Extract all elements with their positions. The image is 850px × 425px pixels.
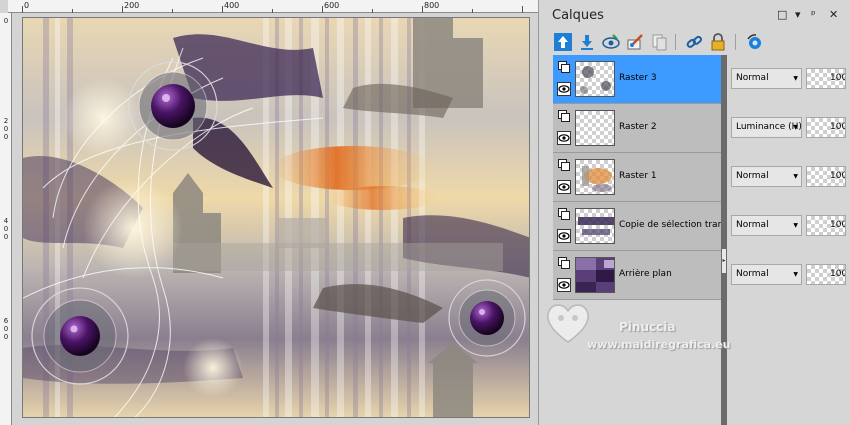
panel-header: Calques □ ▾ ᵖ ✕ <box>539 0 850 30</box>
ruler-left-label: 6 0 0 <box>3 317 9 341</box>
panel-splitter[interactable] <box>721 55 727 425</box>
layer-name: Copie de sélection transfo <box>619 220 721 230</box>
layer-thumbnail <box>575 61 615 97</box>
layer-properties-row: Luminance (H) ▼ 100 <box>729 104 850 153</box>
blend-mode-select[interactable]: Normal ▼ <box>731 166 802 187</box>
opacity-value: 100 <box>830 73 846 83</box>
artwork <box>23 18 529 417</box>
opacity-value: 100 <box>830 171 846 181</box>
ruler-top: 0 200 400 600 800 <box>8 0 538 13</box>
visibility-eye-icon[interactable] <box>557 131 571 145</box>
lock-layer-icon[interactable] <box>708 32 728 52</box>
ruler-left-label: 4 0 0 <box>3 217 9 241</box>
opacity-field[interactable]: 100 <box>806 68 846 89</box>
ruler-left: 0 2 0 0 4 0 0 6 0 0 <box>0 13 12 425</box>
layers-list: Raster 3 Raster 2 Raster 1 Copie de séle… <box>553 55 721 301</box>
splitter-grip[interactable]: ▸ <box>721 248 727 274</box>
layer-properties-row: Normal ▼ 100 <box>729 55 850 104</box>
layers-toolbar <box>539 30 850 54</box>
blend-mode-value: Normal <box>736 269 769 279</box>
canvas-area[interactable]: 0 200 400 600 800 0 2 0 0 4 0 0 6 0 0 <box>0 0 538 425</box>
opacity-value: 100 <box>830 122 846 132</box>
watermark-url: www.maidiregrafica.eu <box>587 338 731 351</box>
copy-layer-icon[interactable] <box>649 32 669 52</box>
layer-type-icon <box>558 61 570 73</box>
toolbar-separator <box>675 34 676 50</box>
watermark: Pinuccia www.maidiregrafica.eu <box>539 290 850 360</box>
blend-mode-select[interactable]: Luminance (H) ▼ <box>731 117 802 138</box>
layer-type-icon <box>558 257 570 269</box>
move-layer-down-icon[interactable] <box>577 32 597 52</box>
panel-title: Calques <box>552 8 604 23</box>
opacity-value: 100 <box>830 220 846 230</box>
layer-thumbnail <box>575 110 615 146</box>
pin-panel-button[interactable]: ᵖ <box>811 9 816 20</box>
orb-top-left <box>128 61 218 151</box>
layer-thumbnail <box>575 208 615 244</box>
layer-visibility-icon[interactable] <box>601 32 621 52</box>
blend-mode-select[interactable]: Normal ▼ <box>731 68 802 89</box>
blend-mode-value: Normal <box>736 171 769 181</box>
maximize-panel-button[interactable]: □ <box>777 9 787 20</box>
layer-name: Raster 3 <box>619 73 657 83</box>
blend-mode-value: Luminance (H) <box>736 122 802 132</box>
toolbar-separator <box>735 34 736 50</box>
opacity-field[interactable]: 100 <box>806 166 846 187</box>
blend-mode-value: Normal <box>736 73 769 83</box>
ruler-left-label: 2 0 0 <box>3 117 9 141</box>
close-panel-button[interactable]: ✕ <box>829 9 838 20</box>
layer-thumbnail <box>575 257 615 293</box>
visibility-eye-icon[interactable] <box>557 180 571 194</box>
layer-name: Raster 2 <box>619 122 657 132</box>
paint-layer-icon[interactable] <box>625 32 645 52</box>
document-image[interactable] <box>22 17 530 418</box>
visibility-eye-icon[interactable] <box>557 229 571 243</box>
opacity-field[interactable]: 100 <box>806 215 846 236</box>
layer-thumbnail <box>575 159 615 195</box>
blend-mode-select[interactable]: Normal ▼ <box>731 215 802 236</box>
panel-menu-button[interactable]: ▾ <box>795 9 801 20</box>
orb-bottom-left <box>31 287 129 385</box>
heart-logo-icon <box>547 304 589 343</box>
layer-name: Arrière plan <box>619 269 672 279</box>
chevron-down-icon: ▼ <box>793 222 798 229</box>
chevron-down-icon: ▼ <box>793 75 798 82</box>
layers-panel: Calques □ ▾ ᵖ ✕ Raster 3 Raster 2 Raster… <box>538 0 850 425</box>
layer-row-raster-1[interactable]: Raster 1 <box>553 153 721 202</box>
layer-row-selection-copy[interactable]: Copie de sélection transfo <box>553 202 721 251</box>
ruler-top-ticks <box>22 6 523 13</box>
blend-mode-value: Normal <box>736 220 769 230</box>
opacity-field[interactable]: 100 <box>806 117 846 138</box>
chevron-down-icon: ▼ <box>793 271 798 278</box>
opacity-value: 100 <box>830 269 846 279</box>
orb-right <box>448 279 526 357</box>
visibility-eye-icon[interactable] <box>557 82 571 96</box>
layer-properties: Normal ▼ 100 Luminance (H) ▼ 100 Normal ▼ 1… <box>729 55 850 301</box>
chevron-down-icon: ▼ <box>793 173 798 180</box>
move-layer-up-icon[interactable] <box>553 32 573 52</box>
opacity-field[interactable]: 100 <box>806 264 846 285</box>
layer-name: Raster 1 <box>619 171 657 181</box>
link-layer-icon[interactable] <box>684 32 704 52</box>
layer-row-raster-3[interactable]: Raster 3 <box>553 55 721 104</box>
layer-type-icon <box>558 208 570 220</box>
layer-properties-row: Normal ▼ 100 <box>729 153 850 202</box>
refresh-layer-icon[interactable] <box>744 32 764 52</box>
watermark-name: Pinuccia <box>619 320 676 334</box>
blend-mode-select[interactable]: Normal ▼ <box>731 264 802 285</box>
ruler-left-label: 0 <box>3 17 9 25</box>
layer-properties-row: Normal ▼ 100 <box>729 202 850 251</box>
layer-type-icon <box>558 110 570 122</box>
layer-row-raster-2[interactable]: Raster 2 <box>553 104 721 153</box>
chevron-down-icon: ▼ <box>793 124 798 131</box>
layer-type-icon <box>558 159 570 171</box>
